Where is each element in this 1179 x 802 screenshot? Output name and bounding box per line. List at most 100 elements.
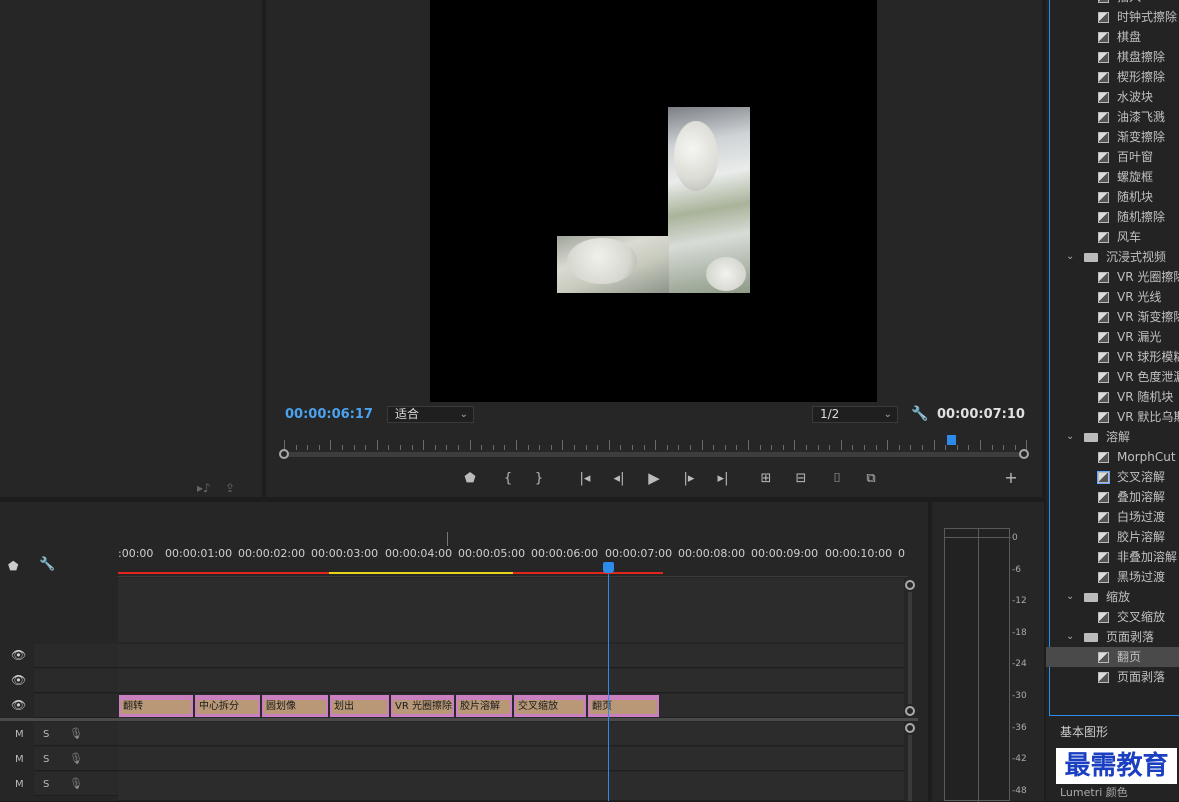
effects-folder[interactable]: ⌄ 溶解	[1046, 427, 1179, 447]
effects-item[interactable]: VR 渐变擦除	[1046, 307, 1179, 327]
timeline-clip[interactable]: 圆划像	[261, 694, 329, 718]
microphone-icon[interactable]: 🎙	[69, 777, 83, 790]
audio-track-a3[interactable]	[118, 772, 904, 801]
program-video-frame[interactable]	[430, 0, 877, 402]
track-head-v2[interactable]	[34, 669, 118, 693]
effects-item[interactable]: 翻页	[1046, 647, 1179, 667]
effects-item[interactable]: VR 光圈擦除	[1046, 267, 1179, 287]
zoom-handle-right[interactable]	[1019, 449, 1029, 459]
effects-item[interactable]: VR 球形模糊	[1046, 347, 1179, 367]
mark-in-icon[interactable]: {	[499, 471, 517, 487]
program-zoom-scrollbar[interactable]	[284, 452, 1026, 457]
solo-button[interactable]: S	[43, 729, 49, 740]
playback-resolution-dropdown[interactable]: 1/2 ⌄	[812, 406, 898, 423]
lumetri-color-tab[interactable]: Lumetri 颜色	[1060, 784, 1128, 800]
audio-track-a2[interactable]	[118, 747, 904, 771]
audio-scroll-handle-top[interactable]	[905, 723, 915, 733]
go-to-in-icon[interactable]: |◂	[576, 471, 594, 487]
timeline-clip[interactable]: 胶片溶解	[455, 694, 513, 718]
video-track-v2[interactable]	[118, 669, 904, 693]
add-marker-icon[interactable]: ⬟	[461, 471, 479, 487]
track-head-v3[interactable]	[34, 644, 118, 668]
effects-item[interactable]: 棋盘	[1046, 27, 1179, 47]
effects-item[interactable]: 白场过渡	[1046, 507, 1179, 527]
chevron-down-icon[interactable]: ⌄	[1066, 627, 1074, 647]
program-current-timecode[interactable]: 00:00:06:17	[285, 407, 373, 422]
effects-item[interactable]: 交叉缩放	[1046, 607, 1179, 627]
effects-item[interactable]: 水波块	[1046, 87, 1179, 107]
play-audio-icon[interactable]: ▸♪	[197, 481, 211, 495]
wrench-icon[interactable]: 🔧	[911, 406, 928, 422]
add-marker-icon[interactable]: ⬟	[8, 559, 18, 573]
vertical-scrollbar-track[interactable]	[908, 592, 912, 704]
video-scroll-handle-bottom[interactable]	[905, 706, 915, 716]
mute-button[interactable]: M	[15, 779, 24, 790]
timeline-clip[interactable]: 翻页	[587, 694, 660, 718]
effects-item[interactable]: VR 漏光	[1046, 327, 1179, 347]
video-scroll-handle-top[interactable]	[905, 580, 915, 590]
play-icon[interactable]: ▶	[645, 470, 663, 486]
effects-item[interactable]: VR 默比乌斯	[1046, 407, 1179, 427]
button-editor-plus-icon[interactable]: +	[1002, 470, 1020, 486]
mute-button[interactable]: M	[15, 754, 24, 765]
solo-button[interactable]: S	[43, 779, 49, 790]
effects-item[interactable]: 风车	[1046, 227, 1179, 247]
effects-item[interactable]: VR 光线	[1046, 287, 1179, 307]
timeline-clip[interactable]: 中心拆分	[194, 694, 261, 718]
effects-item[interactable]: 黑场过渡	[1046, 567, 1179, 587]
effects-item[interactable]: 随机擦除	[1046, 207, 1179, 227]
effects-item[interactable]: 叠加溶解	[1046, 487, 1179, 507]
vertical-scrollbar-track-audio[interactable]	[908, 735, 912, 801]
camera-icon[interactable]: ⌷	[828, 471, 846, 487]
effects-item[interactable]: VR 随机块	[1046, 387, 1179, 407]
export-frame-icon[interactable]: ⇪	[225, 481, 235, 495]
chevron-down-icon[interactable]: ⌄	[1066, 427, 1074, 447]
fit-zoom-dropdown[interactable]: 适合 ⌄	[387, 406, 474, 423]
effects-folder[interactable]: ⌄ 页面剥落	[1046, 627, 1179, 647]
effects-item[interactable]: 渐变擦除	[1046, 127, 1179, 147]
eye-icon[interactable]: 👁	[11, 648, 26, 662]
effects-item[interactable]: 非叠加溶解	[1046, 547, 1179, 567]
timeline-settings-wrench-icon[interactable]: 🔧	[39, 557, 55, 572]
effects-folder[interactable]: ⌄ 缩放	[1046, 587, 1179, 607]
effects-item[interactable]: 油漆飞溅	[1046, 107, 1179, 127]
eye-icon[interactable]: 👁	[11, 698, 26, 712]
program-time-ruler[interactable]	[284, 436, 1028, 450]
go-to-out-icon[interactable]: ▸|	[714, 471, 732, 487]
chevron-down-icon[interactable]: ⌄	[1066, 587, 1074, 607]
step-back-icon[interactable]: ◂|	[610, 471, 628, 487]
program-playhead[interactable]	[947, 435, 956, 445]
compare-view-icon[interactable]: ⧉	[862, 471, 880, 487]
effects-item[interactable]: 百叶窗	[1046, 147, 1179, 167]
effects-item[interactable]: 楔形擦除	[1046, 67, 1179, 87]
effects-item[interactable]: 螺旋框	[1046, 167, 1179, 187]
effects-item[interactable]: 交叉溶解	[1046, 467, 1179, 487]
effects-item[interactable]: 随机块	[1046, 187, 1179, 207]
effects-folder[interactable]: ⌄ 沉浸式视频	[1046, 247, 1179, 267]
effects-item[interactable]: MorphCut	[1046, 447, 1179, 467]
zoom-handle-left[interactable]	[279, 449, 289, 459]
extract-icon[interactable]: ⊟	[792, 471, 810, 487]
microphone-icon[interactable]: 🎙	[69, 727, 83, 740]
mark-out-icon[interactable]: }	[530, 471, 548, 487]
track-head-v1[interactable]	[34, 694, 118, 718]
step-forward-icon[interactable]: |▸	[680, 471, 698, 487]
microphone-icon[interactable]: 🎙	[69, 752, 83, 765]
chevron-down-icon[interactable]: ⌄	[1066, 247, 1074, 267]
timeline-clip[interactable]: 交叉缩放	[513, 694, 587, 718]
solo-button[interactable]: S	[43, 754, 49, 765]
effects-item[interactable]: 插入	[1046, 0, 1179, 7]
basic-graphics-tab[interactable]: 基本图形	[1060, 723, 1108, 740]
effects-item[interactable]: 页面剥落	[1046, 667, 1179, 687]
effects-item[interactable]: 棋盘擦除	[1046, 47, 1179, 67]
timeline-clip[interactable]: VR 光圈擦除	[390, 694, 455, 718]
effects-item[interactable]: 时钟式擦除	[1046, 7, 1179, 27]
timeline-clip[interactable]: 划出	[329, 694, 390, 718]
video-track-v3[interactable]	[118, 644, 904, 668]
timeline-playhead[interactable]	[603, 562, 614, 573]
eye-icon[interactable]: 👁	[11, 673, 26, 687]
timeline-clip[interactable]: 翻转	[118, 694, 194, 718]
audio-track-a1[interactable]	[118, 722, 904, 746]
mute-button[interactable]: M	[15, 729, 24, 740]
effects-item[interactable]: VR 色度泄漏	[1046, 367, 1179, 387]
